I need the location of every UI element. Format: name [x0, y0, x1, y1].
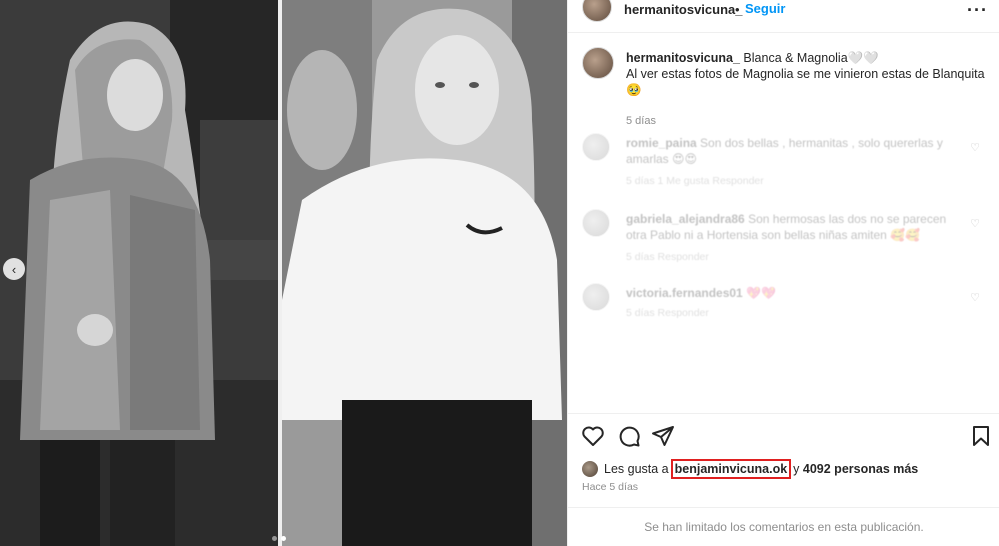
carousel-dot-active [281, 536, 286, 541]
caption-line2: Al ver estas fotos de Magnolia se me vin… [626, 67, 985, 97]
comment-username[interactable]: gabriela_alejandra86 [626, 212, 745, 226]
comment-meta[interactable]: 5 días 1 Me gusta Responder [626, 175, 764, 187]
more-horizontal-icon[interactable]: ··· [967, 0, 988, 21]
comment-icon [619, 426, 640, 447]
comment-text: victoria.fernandes01 💖💖 [626, 285, 966, 301]
caption-username[interactable]: hermanitosvicuna_ [626, 51, 740, 65]
comment-username[interactable]: romie_paina [626, 136, 697, 150]
comment-text: gabriela_alejandra86 Son hermosas las do… [626, 211, 966, 243]
comment-meta[interactable]: 5 días Responder [626, 251, 709, 263]
author-avatar[interactable] [582, 0, 612, 22]
post-timestamp[interactable]: Hace 5 días [582, 481, 638, 493]
caption-time: 5 días [626, 115, 656, 127]
carousel-dot [272, 536, 277, 541]
comment-avatar[interactable] [582, 133, 610, 161]
post-side-panel: hermanitosvicuna_ • Seguir ··· hermanito… [567, 0, 999, 546]
comment-text: romie_paina Son dos bellas , hermanitas … [626, 135, 966, 167]
like-button[interactable] [580, 423, 606, 449]
liker-username[interactable]: benjaminvicuna.ok [670, 459, 792, 479]
comments-limited-notice: Se han limitado los comentarios en esta … [644, 520, 924, 534]
likes-mid: y [793, 462, 800, 476]
caption-line1: Blanca & Magnolia🤍🤍 [743, 51, 879, 65]
photo-right-illustration [282, 0, 567, 546]
photo-left-illustration [0, 0, 282, 546]
caption-text: hermanitosvicuna_ Blanca & Magnolia🤍🤍 Al… [626, 50, 986, 98]
share-icon [652, 426, 674, 446]
caption-avatar[interactable] [582, 47, 614, 79]
post-header: hermanitosvicuna_ • Seguir ··· [568, 0, 999, 36]
bookmark-icon [973, 426, 989, 446]
liker-avatar[interactable] [582, 461, 598, 477]
comment-body: 💖💖 [746, 286, 776, 300]
comments-list[interactable]: hermanitosvicuna_ Blanca & Magnolia🤍🤍 Al… [568, 33, 999, 413]
author-username[interactable]: hermanitosvicuna_ [624, 2, 743, 17]
carousel-dots [272, 536, 286, 541]
chevron-left-icon: ‹ [11, 261, 17, 277]
comment-like-icon[interactable]: ♡ [970, 141, 980, 154]
save-button[interactable] [968, 423, 994, 449]
share-button[interactable] [650, 423, 676, 449]
follow-button[interactable]: Seguir [745, 1, 785, 16]
photo-left-girl-jacket [0, 0, 282, 546]
comment-like-icon[interactable]: ♡ [970, 291, 980, 304]
carousel-prev-button[interactable]: ‹ [3, 258, 25, 280]
post-media[interactable]: ‹ [0, 0, 567, 546]
header-separator: • [735, 2, 740, 17]
comment-username[interactable]: victoria.fernandes01 [626, 286, 743, 300]
comment-avatar[interactable] [582, 283, 610, 311]
heart-icon [582, 426, 604, 446]
comment-like-icon[interactable]: ♡ [970, 217, 980, 230]
photo-right-girl-hoodie [282, 0, 567, 546]
post-actions [568, 414, 999, 458]
likes-prefix: Les gusta a [604, 462, 669, 476]
comment-meta[interactable]: 5 días Responder [626, 307, 709, 319]
likes-summary: Les gusta a benjaminvicuna.ok y 4092 per… [582, 458, 918, 480]
comment-button[interactable] [616, 423, 642, 449]
comment-avatar[interactable] [582, 209, 610, 237]
likes-count[interactable]: 4092 personas más [803, 462, 918, 476]
